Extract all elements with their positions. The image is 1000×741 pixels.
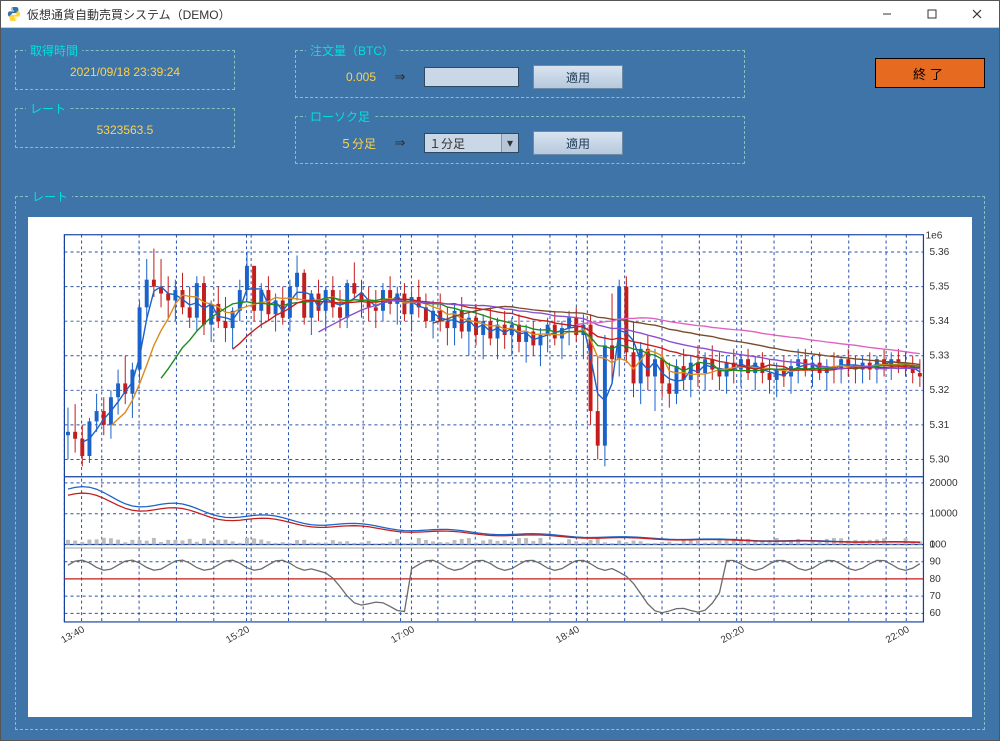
- svg-text:5.35: 5.35: [930, 282, 950, 293]
- svg-text:10000: 10000: [930, 509, 959, 520]
- exit-button[interactable]: 終了: [875, 58, 985, 88]
- svg-text:20000: 20000: [930, 478, 959, 489]
- order-apply-button[interactable]: 適用: [533, 65, 623, 89]
- arrow-icon: ⇒: [390, 135, 410, 151]
- candle-apply-button[interactable]: 適用: [533, 131, 623, 155]
- acquire-time-value: 2021/09/18 23:39:24: [26, 65, 224, 79]
- chart-group: レート 13:40 15:20 17:00 18:40 20:20 22:00 5.30 5.…: [15, 188, 985, 730]
- svg-text:90: 90: [930, 557, 942, 568]
- candle-group: ローソク足 ５分足 ⇒ １分足 ▾ 適用: [295, 108, 745, 164]
- window-title: 仮想通貨自動売買システム（DEMO）: [27, 6, 231, 23]
- order-amount-legend: 注文量（BTC）: [306, 42, 398, 59]
- maximize-button[interactable]: [909, 1, 954, 27]
- svg-text:5.32: 5.32: [930, 385, 950, 396]
- candle-select[interactable]: １分足 ▾: [424, 133, 519, 153]
- app-window: 仮想通貨自動売買システム（DEMO） 取得時間 2021/09/18 23:39…: [0, 0, 1000, 741]
- arrow-icon: ⇒: [390, 69, 410, 85]
- chart-group-legend: レート: [28, 188, 72, 205]
- svg-text:17:00: 17:00: [389, 624, 417, 646]
- svg-text:5.31: 5.31: [930, 420, 950, 431]
- svg-text:100: 100: [930, 540, 947, 551]
- minimize-button[interactable]: [864, 1, 909, 27]
- app-icon: [7, 7, 21, 21]
- svg-text:1e6: 1e6: [925, 231, 942, 242]
- chevron-down-icon[interactable]: ▾: [501, 134, 518, 152]
- order-amount-group: 注文量（BTC） 0.005 ⇒ 適用: [295, 42, 745, 98]
- svg-text:22:00: 22:00: [884, 624, 912, 646]
- svg-text:5.36: 5.36: [930, 247, 950, 258]
- candle-select-value: １分足: [425, 135, 501, 152]
- rate-group-small: レート 5323563.5: [15, 100, 235, 148]
- candle-legend: ローソク足: [306, 108, 374, 125]
- close-button[interactable]: [954, 1, 999, 27]
- svg-text:60: 60: [930, 608, 942, 619]
- rate-small-value: 5323563.5: [26, 123, 224, 137]
- order-amount-input[interactable]: [424, 67, 519, 87]
- svg-text:15:20: 15:20: [224, 624, 252, 646]
- svg-text:80: 80: [930, 574, 942, 585]
- svg-text:5.33: 5.33: [930, 351, 950, 362]
- svg-text:20:20: 20:20: [719, 624, 747, 646]
- svg-text:5.30: 5.30: [930, 455, 950, 466]
- candle-current: ５分足: [306, 135, 376, 152]
- acquire-time-legend: 取得時間: [26, 42, 82, 59]
- svg-text:70: 70: [930, 591, 942, 602]
- client-area: 取得時間 2021/09/18 23:39:24 レート 5323563.5 注…: [1, 28, 999, 740]
- acquire-time-group: 取得時間 2021/09/18 23:39:24: [15, 42, 235, 90]
- order-amount-current: 0.005: [306, 70, 376, 84]
- svg-text:18:40: 18:40: [554, 624, 582, 646]
- rate-small-legend: レート: [26, 100, 70, 117]
- chart-canvas: 13:40 15:20 17:00 18:40 20:20 22:00 5.30 5.31 5.…: [28, 217, 972, 717]
- titlebar: 仮想通貨自動売買システム（DEMO）: [1, 1, 999, 28]
- svg-text:5.34: 5.34: [930, 316, 950, 327]
- svg-text:13:40: 13:40: [59, 624, 87, 646]
